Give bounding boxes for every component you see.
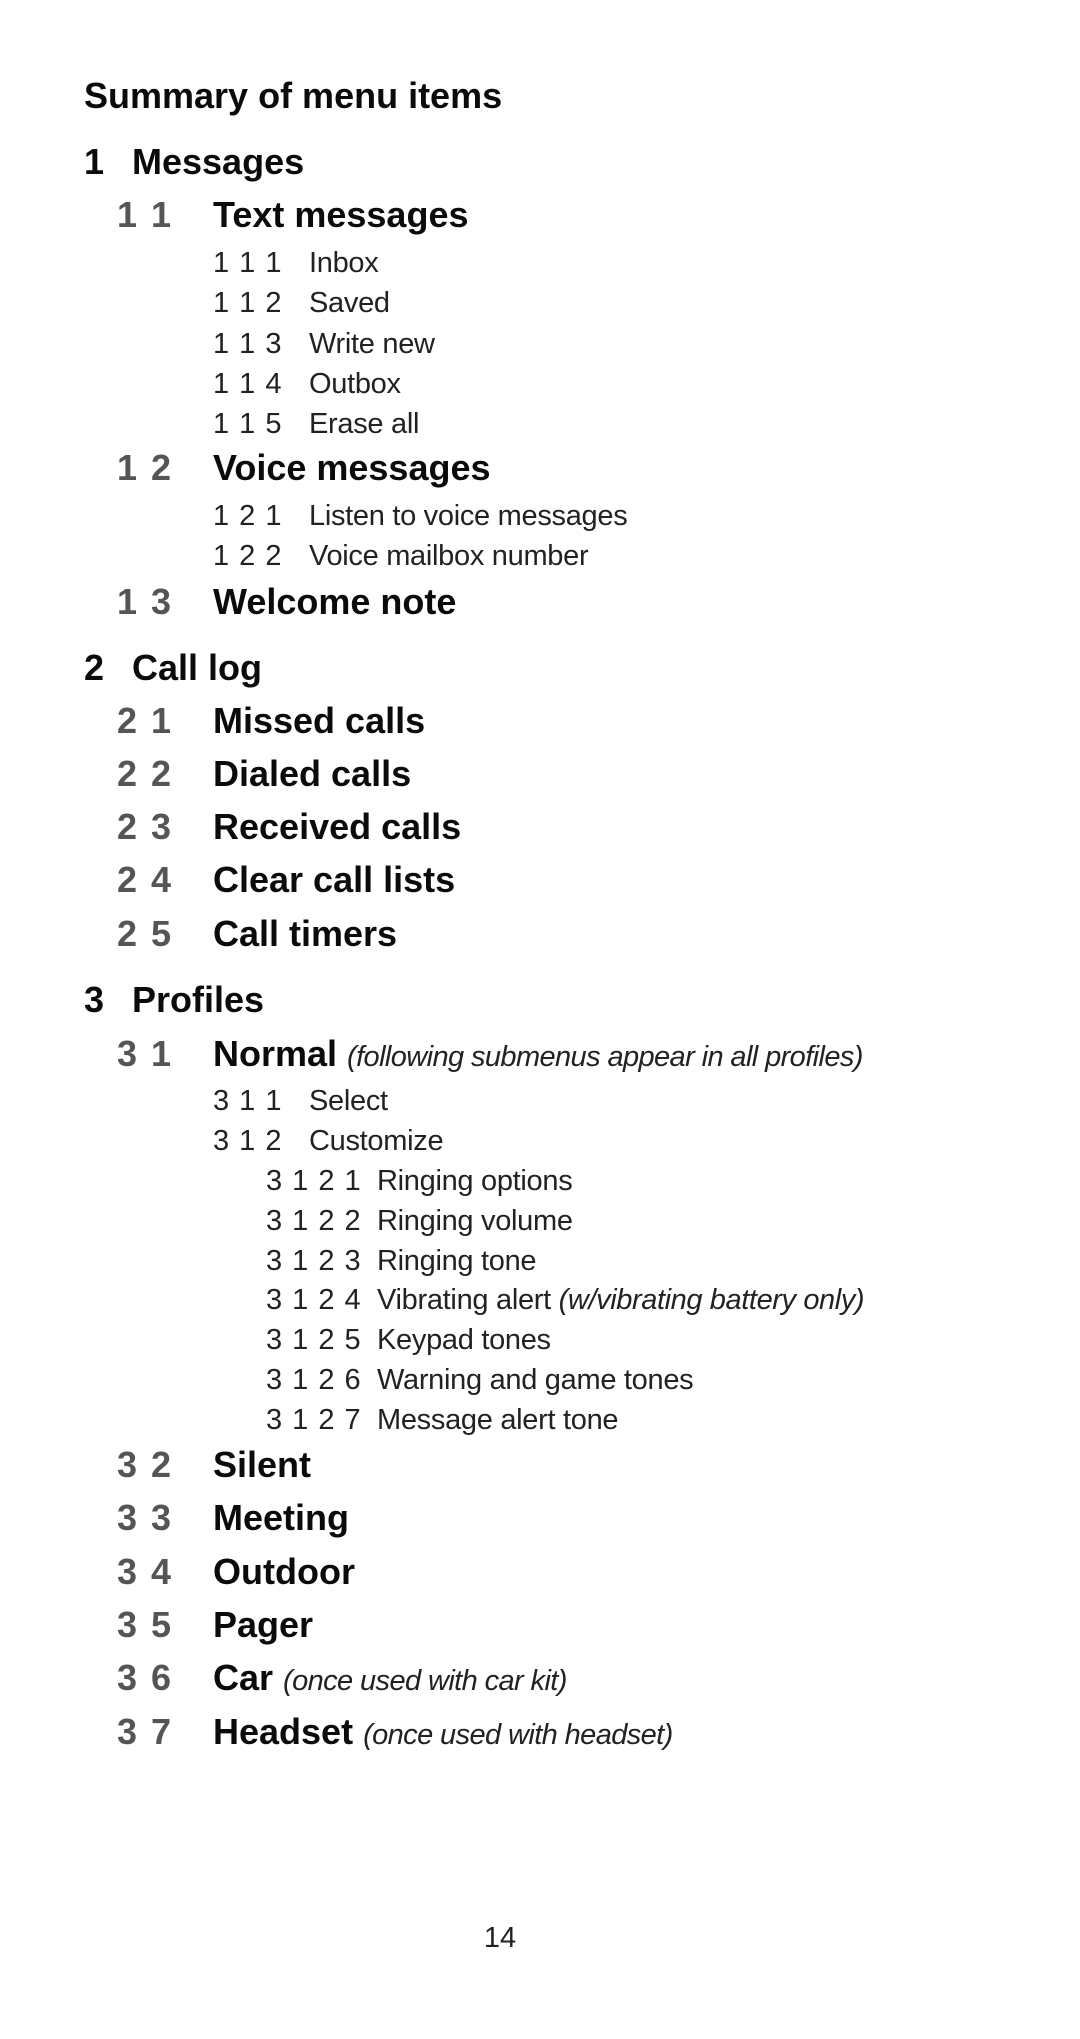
menu-label: Text messages [213, 194, 469, 235]
menu-label: Outbox [309, 368, 401, 400]
menu-label: Warning and game tones [377, 1364, 694, 1396]
menu-label: Inbox [309, 247, 379, 279]
menu-label: Ringing tone [377, 1245, 537, 1277]
menu-label: Missed calls [213, 700, 426, 741]
menu-label: Call log [132, 647, 263, 688]
menu-number: 2 5 [117, 913, 174, 954]
menu-note: (once used with headset) [363, 1719, 673, 1751]
menu-number: 3 1 2 4 [266, 1284, 362, 1316]
menu-label: Car [213, 1657, 274, 1698]
menu-number: 1 3 [117, 581, 174, 622]
menu-label: Select [309, 1085, 388, 1117]
menu-number: 1 1 4 [213, 368, 283, 400]
menu-number: 1 1 1 [213, 247, 283, 279]
menu-number: 3 1 1 [213, 1085, 283, 1117]
menu-number: 3 5 [117, 1604, 174, 1645]
menu-number: 3 2 [117, 1444, 174, 1485]
menu-number: 3 1 2 3 [266, 1245, 362, 1277]
menu-number: 3 [84, 979, 105, 1020]
menu-label: Received calls [213, 806, 462, 847]
menu-number: 3 3 [117, 1497, 174, 1538]
menu-label: Erase all [309, 408, 420, 440]
menu-number: 2 3 [117, 806, 174, 847]
menu-number: 1 1 3 [213, 328, 283, 360]
menu-label: Listen to voice messages [309, 500, 628, 532]
menu-number: 2 2 [117, 753, 174, 794]
menu-number: 1 1 5 [213, 408, 283, 440]
menu-number: 1 2 2 [213, 540, 283, 572]
menu-label: Clear call lists [213, 859, 456, 900]
menu-label: Pager [213, 1604, 314, 1645]
menu-label: Ringing volume [377, 1205, 573, 1237]
menu-number: 3 1 [117, 1033, 174, 1074]
menu-label: Messages [132, 141, 305, 182]
menu-label: Ringing options [377, 1165, 573, 1197]
menu-label: Saved [309, 287, 390, 319]
menu-label: Dialed calls [213, 753, 412, 794]
menu-note: (w/vibrating battery only) [558, 1284, 865, 1316]
menu-label: Vibrating alert [377, 1284, 551, 1316]
menu-number: 3 1 2 1 [266, 1165, 362, 1197]
menu-number: 3 6 [117, 1657, 174, 1698]
menu-note: (following submenus appear in all profil… [347, 1041, 863, 1073]
menu-label: Headset [213, 1711, 354, 1752]
menu-number: 3 1 2 7 [266, 1404, 362, 1436]
menu-label: Keypad tones [377, 1324, 551, 1356]
menu-number: 2 1 [117, 700, 174, 741]
menu-number: 3 4 [117, 1551, 174, 1592]
menu-label: Write new [309, 328, 435, 360]
page-title: Summary of menu items [84, 75, 503, 116]
menu-number: 1 1 2 [213, 287, 283, 319]
menu-label: Voice messages [213, 447, 491, 488]
menu-number: 3 7 [117, 1711, 174, 1752]
menu-label: Silent [213, 1444, 312, 1485]
menu-label-group: Car (once used with car kit) [213, 1660, 567, 1696]
menu-label: Outdoor [213, 1551, 355, 1592]
menu-number: 1 2 [117, 447, 174, 488]
menu-number: 2 [84, 647, 105, 688]
menu-label: Call timers [213, 913, 398, 954]
menu-number: 3 1 2 2 [266, 1205, 362, 1237]
menu-number: 2 4 [117, 859, 174, 900]
menu-label-group: Normal (following submenus appear in all … [213, 1036, 863, 1072]
menu-label: Meeting [213, 1497, 350, 1538]
menu-label: Welcome note [213, 581, 457, 622]
menu-number: 1 2 1 [213, 500, 283, 532]
menu-label-group: Headset (once used with headset) [213, 1714, 673, 1750]
menu-label: Voice mailbox number [309, 540, 589, 572]
menu-number: 1 [84, 141, 105, 182]
menu-note: (once used with car kit) [283, 1665, 567, 1697]
menu-number: 3 1 2 [213, 1125, 283, 1157]
menu-number: 3 1 2 5 [266, 1324, 362, 1356]
menu-label: Profiles [132, 979, 265, 1020]
menu-label: Message alert tone [377, 1404, 619, 1436]
menu-number: 1 1 [117, 194, 174, 235]
menu-label: Customize [309, 1125, 444, 1157]
menu-label-group: Vibrating alert (w/vibrating battery onl… [377, 1284, 865, 1316]
menu-label: Normal [213, 1033, 338, 1074]
menu-number: 3 1 2 6 [266, 1364, 362, 1396]
page-number: 14 [483, 1922, 517, 1954]
